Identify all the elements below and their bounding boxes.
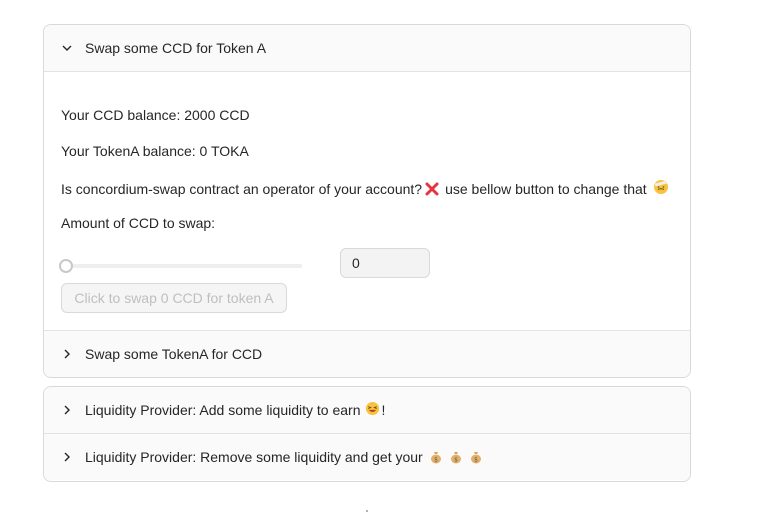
operator-question: Is concordium-swap contract an operator … (61, 180, 423, 197)
svg-text:$: $ (454, 457, 458, 464)
money-bag-icon: $ (430, 452, 441, 464)
panel-header-remove-liquidity[interactable]: Liquidity Provider: Remove some liquidit… (44, 434, 690, 480)
money-bag-icon: $ (470, 452, 481, 464)
amount-input[interactable]: 0 (340, 248, 430, 278)
panel-title: Swap some CCD for Token A (85, 40, 267, 56)
chevron-right-icon (59, 449, 75, 465)
svg-text:$: $ (474, 457, 478, 464)
money-bag-icon: $ (450, 452, 461, 464)
panel-title: Liquidity Provider: Add some liquidity t… (85, 402, 361, 418)
chevron-right-icon (59, 346, 75, 362)
swap-ccd-button[interactable]: Click to swap 0 CCD for token A (61, 283, 287, 313)
panel-title: Liquidity Provider: Remove some liquidit… (85, 449, 423, 465)
panel-content-swap-ccd: Your CCD balance: 2000 CCD Your TokenA b… (44, 72, 690, 330)
amount-slider-track[interactable] (66, 264, 302, 268)
operator-hint: use bellow button to change that (445, 180, 647, 197)
chevron-right-icon (59, 402, 75, 418)
liquidity-collapse: Liquidity Provider: Add some liquidity t… (43, 386, 691, 482)
token-balance-text: Your TokenA balance: 0 TOKA (61, 143, 249, 159)
face-with-head-bandage-icon (653, 179, 669, 198)
ccd-balance-text: Your CCD balance: 2000 CCD (61, 107, 250, 123)
money-bag-icons: $ $ $ (429, 450, 483, 464)
panel-title-suffix: ! (381, 402, 386, 418)
panel-header-swap-token[interactable]: Swap some TokenA for CCD (44, 331, 690, 377)
panel-header-add-liquidity[interactable]: Liquidity Provider: Add some liquidity t… (44, 387, 690, 433)
amount-label: Amount of CCD to swap: (61, 215, 216, 231)
stray-dot (366, 510, 368, 512)
cross-mark-icon (425, 182, 439, 196)
grinning-squinting-face-icon (365, 401, 380, 419)
panel-header-swap-ccd[interactable]: Swap some CCD for Token A (44, 25, 690, 71)
amount-slider-handle[interactable] (59, 259, 73, 273)
operator-status-line: Is concordium-swap contract an operator … (61, 179, 669, 198)
swap-collapse: Swap some CCD for Token A Your CCD balan… (43, 24, 691, 378)
chevron-down-icon (59, 40, 75, 56)
panel-title: Swap some TokenA for CCD (85, 346, 263, 362)
svg-text:$: $ (434, 457, 438, 464)
